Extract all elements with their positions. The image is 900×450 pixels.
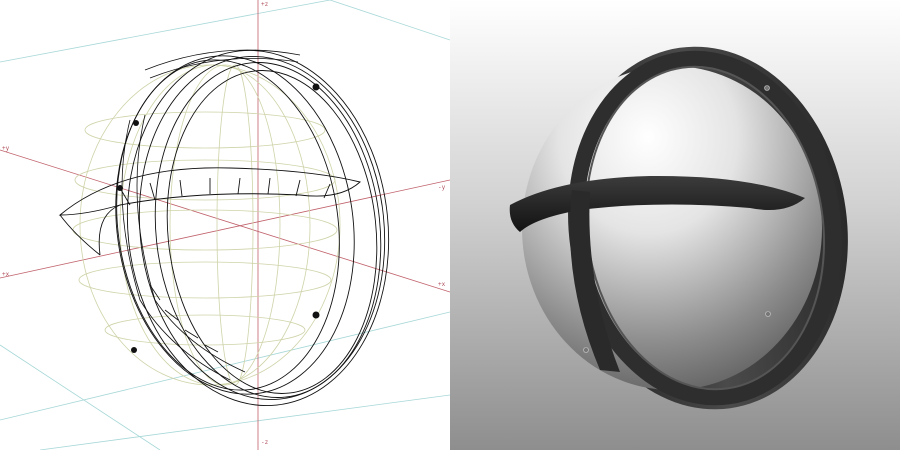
inner-strut xyxy=(121,49,301,381)
grid-lines xyxy=(0,0,450,450)
render-viewport xyxy=(450,0,900,450)
axis-lines xyxy=(0,0,450,450)
frame-rings xyxy=(115,50,390,406)
axis-label-z-bottom: -z xyxy=(261,439,269,446)
axis-label-y-right: -y xyxy=(438,184,446,191)
glass-dome xyxy=(522,66,822,390)
axis-label-x-left: +x xyxy=(2,271,10,278)
visor-band xyxy=(58,167,361,256)
wireframe-canvas xyxy=(0,0,450,450)
axis-label-z-top: +z xyxy=(261,1,269,8)
figure: +z -z +y -y +x +x xyxy=(0,0,900,450)
axis-label-y-left: +y xyxy=(2,145,10,152)
render-canvas xyxy=(509,46,848,410)
wireframe-viewport: +z -z +y -y +x +x xyxy=(0,0,450,450)
axis-label-x-right: +x xyxy=(438,281,446,288)
sphere-wireframe xyxy=(72,64,341,386)
